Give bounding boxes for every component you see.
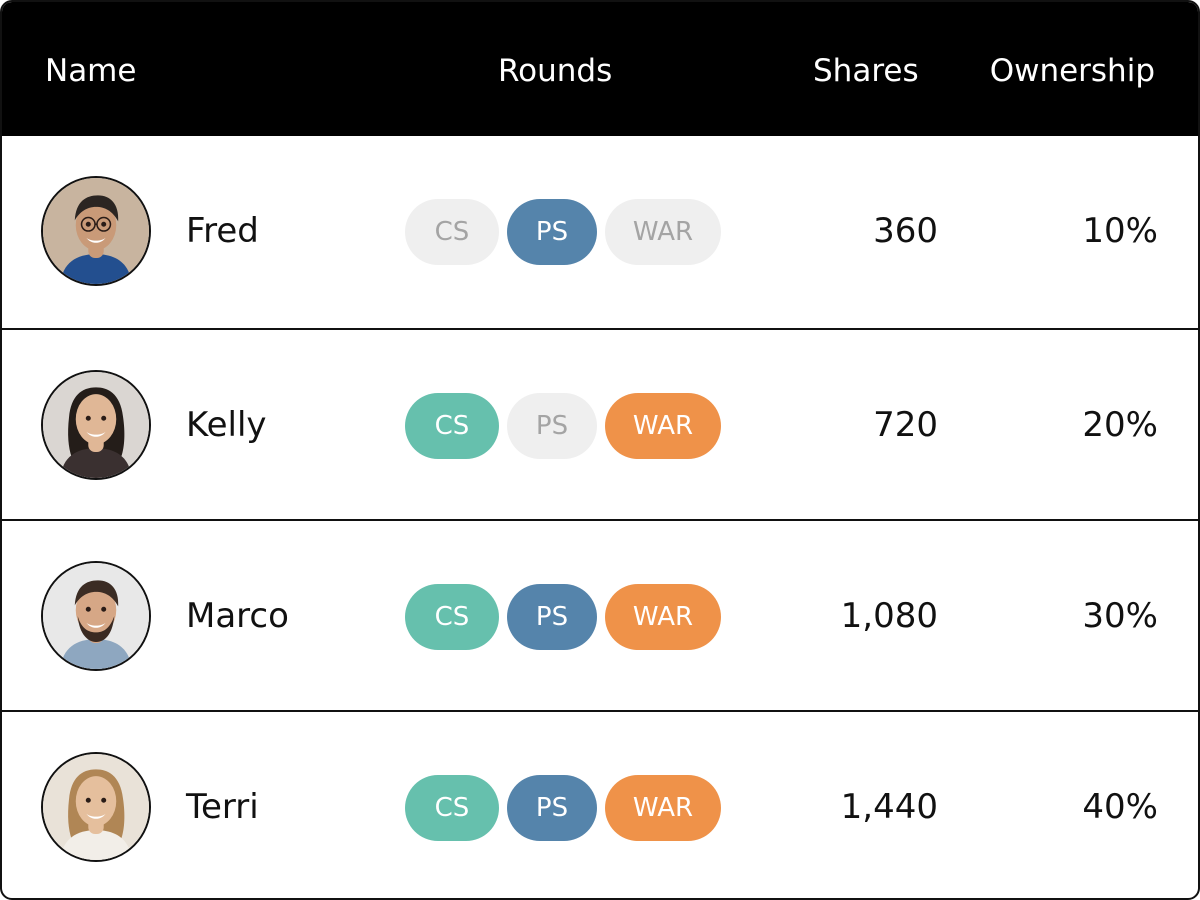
avatar-icon (41, 176, 151, 286)
round-badge-war[interactable]: WAR (605, 775, 721, 841)
ownership-value: 40% (1082, 787, 1158, 827)
round-badge-cs[interactable]: CS (405, 393, 499, 459)
round-badge-cs[interactable]: CS (405, 775, 499, 841)
round-badge-ps[interactable]: PS (507, 199, 597, 265)
round-badge-war[interactable]: WAR (605, 584, 721, 650)
column-header-ownership[interactable]: Ownership (990, 52, 1155, 90)
round-badge-cs[interactable]: CS (405, 584, 499, 650)
round-badge-ps[interactable]: PS (507, 775, 597, 841)
shareholder-name: Terri (186, 787, 259, 827)
shareholder-name: Fred (186, 211, 259, 251)
shares-value: 1,080 (840, 596, 938, 636)
round-badge-war[interactable]: WAR (605, 393, 721, 459)
table-row[interactable]: Kelly CS PS WAR 720 20% (2, 328, 1198, 519)
shares-value: 720 (873, 405, 938, 445)
column-header-rounds[interactable]: Rounds (498, 52, 612, 90)
ownership-value: 10% (1082, 211, 1158, 251)
shareholder-name: Kelly (186, 405, 267, 445)
table-row[interactable]: Fred CS PS WAR 360 10% (2, 136, 1198, 327)
avatar-icon (41, 752, 151, 862)
avatar-icon (41, 370, 151, 480)
shares-value: 360 (873, 211, 938, 251)
table-row[interactable]: Terri CS PS WAR 1,440 40% (2, 710, 1198, 898)
round-badge-ps[interactable]: PS (507, 584, 597, 650)
round-badge-war[interactable]: WAR (605, 199, 721, 265)
shareholder-name: Marco (186, 596, 289, 636)
column-header-name[interactable]: Name (45, 52, 136, 90)
avatar-icon (41, 561, 151, 671)
cap-table: Name Rounds Shares Ownership Fred CS PS WAR… (0, 0, 1200, 900)
shares-value: 1,440 (840, 787, 938, 827)
round-badge-cs[interactable]: CS (405, 199, 499, 265)
table-row[interactable]: Marco CS PS WAR 1,080 30% (2, 519, 1198, 710)
ownership-value: 20% (1082, 405, 1158, 445)
table-header: Name Rounds Shares Ownership (2, 2, 1198, 136)
column-header-shares[interactable]: Shares (813, 52, 919, 90)
round-badge-ps[interactable]: PS (507, 393, 597, 459)
ownership-value: 30% (1082, 596, 1158, 636)
